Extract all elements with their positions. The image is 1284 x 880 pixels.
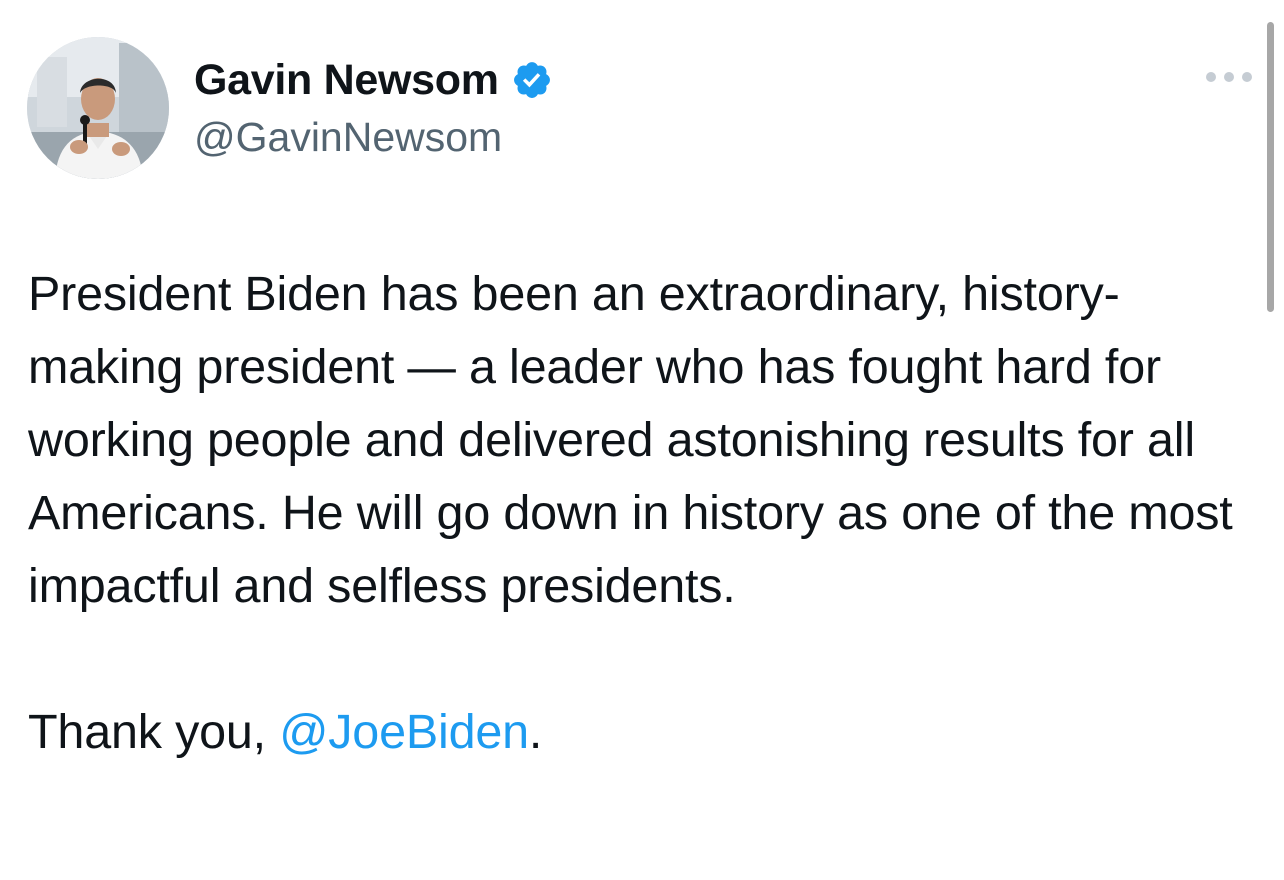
author-handle[interactable]: @GavinNewsom	[194, 114, 502, 161]
more-options-icon[interactable]	[1206, 66, 1252, 88]
author-display-name[interactable]: Gavin Newsom	[194, 56, 499, 105]
more-dot	[1242, 72, 1252, 82]
mention-link[interactable]: @JoeBiden	[279, 705, 529, 759]
more-dot	[1206, 72, 1216, 82]
tweet-text: President Biden has been an extraordinar…	[28, 258, 1253, 769]
tweet-thanks-line: Thank you, @JoeBiden.	[28, 696, 1253, 769]
thanks-prefix: Thank you,	[28, 705, 280, 759]
author-avatar[interactable]	[27, 37, 169, 179]
thanks-suffix: .	[528, 705, 543, 759]
verified-badge-icon	[511, 59, 553, 101]
author-name-row: Gavin Newsom	[194, 52, 553, 108]
more-dot	[1224, 72, 1234, 82]
tweet-paragraph: President Biden has been an extraordinar…	[28, 267, 1233, 613]
scrollbar[interactable]	[1267, 22, 1274, 312]
tweet-card: Gavin Newsom @GavinNewsom President Bide…	[0, 0, 1284, 880]
